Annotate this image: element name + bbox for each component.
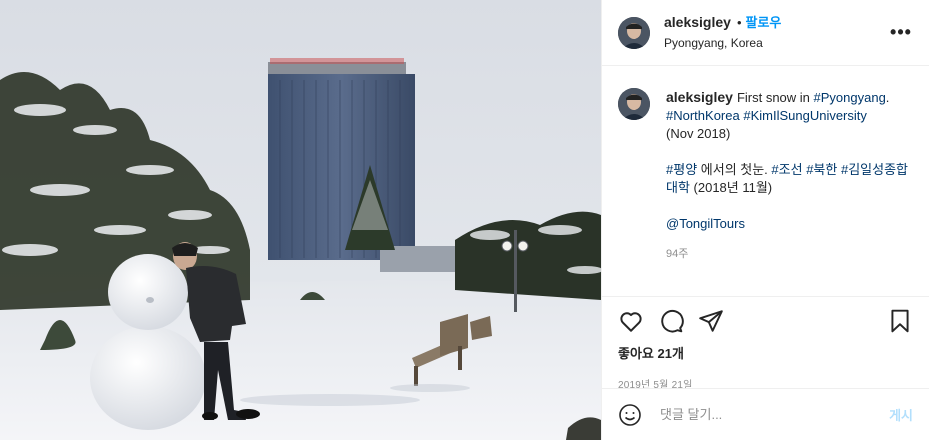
caption-text-2: . [885,90,890,105]
action-bar: 좋아요 21개 2019년 5월 21일 [602,296,929,391]
hashtag-pyongyang[interactable]: #Pyongyang [814,90,886,105]
hashtag-ko-pyongyang[interactable]: #평양 [666,162,697,177]
caption-text-ko-2: (2018년 11월) [689,180,773,195]
comment-icon[interactable] [658,308,684,334]
avatar[interactable] [618,16,650,49]
caption-timestamp[interactable]: 94주 [666,245,910,263]
post-photo[interactable] [0,0,601,440]
heart-icon[interactable] [618,308,644,334]
caption-username[interactable]: aleksigley [666,89,733,105]
instagram-post: aleksigley • 팔로우 Pyongyang, Korea ••• alek… [0,0,929,440]
hashtag-kimilsunguniversity[interactable]: #KimIlSungUniversity [743,108,867,123]
location-link[interactable]: Pyongyang, Korea [664,34,889,52]
caption-avatar[interactable] [618,88,650,120]
post-header: aleksigley • 팔로우 Pyongyang, Korea ••• [602,0,929,66]
caption-text-1: First snow in [736,90,814,105]
header-username[interactable]: aleksigley [664,14,731,30]
comment-input[interactable] [658,406,890,423]
caption-text: aleksigley First snow in #Pyongyang. #Nor… [666,88,910,263]
smiley-icon[interactable] [618,403,642,427]
separator-dot: • [736,15,742,30]
post-comment-button[interactable]: 게시 [889,405,913,424]
post-sidebar: aleksigley • 팔로우 Pyongyang, Korea ••• alek… [601,0,929,440]
mention-tongiltours[interactable]: @TongilTours [666,216,745,231]
hashtag-ko-joseon[interactable]: #조선 [771,162,802,177]
likes-count[interactable]: 좋아요 21개 [618,343,913,362]
hashtag-ko-bukhan[interactable]: #북한 [806,162,837,177]
snowy-campus-photo [0,0,601,440]
follow-button[interactable]: 팔로우 [746,15,782,30]
comment-box: 게시 [602,388,929,440]
caption-text-3: (Nov 2018) [666,126,731,141]
caption-text-ko-1: 에서의 첫눈. [697,162,772,177]
hashtag-northkorea[interactable]: #NorthKorea [666,108,740,123]
bookmark-icon[interactable] [887,308,913,334]
more-options-icon[interactable]: ••• [889,22,913,43]
share-icon[interactable] [698,308,724,334]
caption: aleksigley First snow in #Pyongyang. #Nor… [618,88,917,263]
